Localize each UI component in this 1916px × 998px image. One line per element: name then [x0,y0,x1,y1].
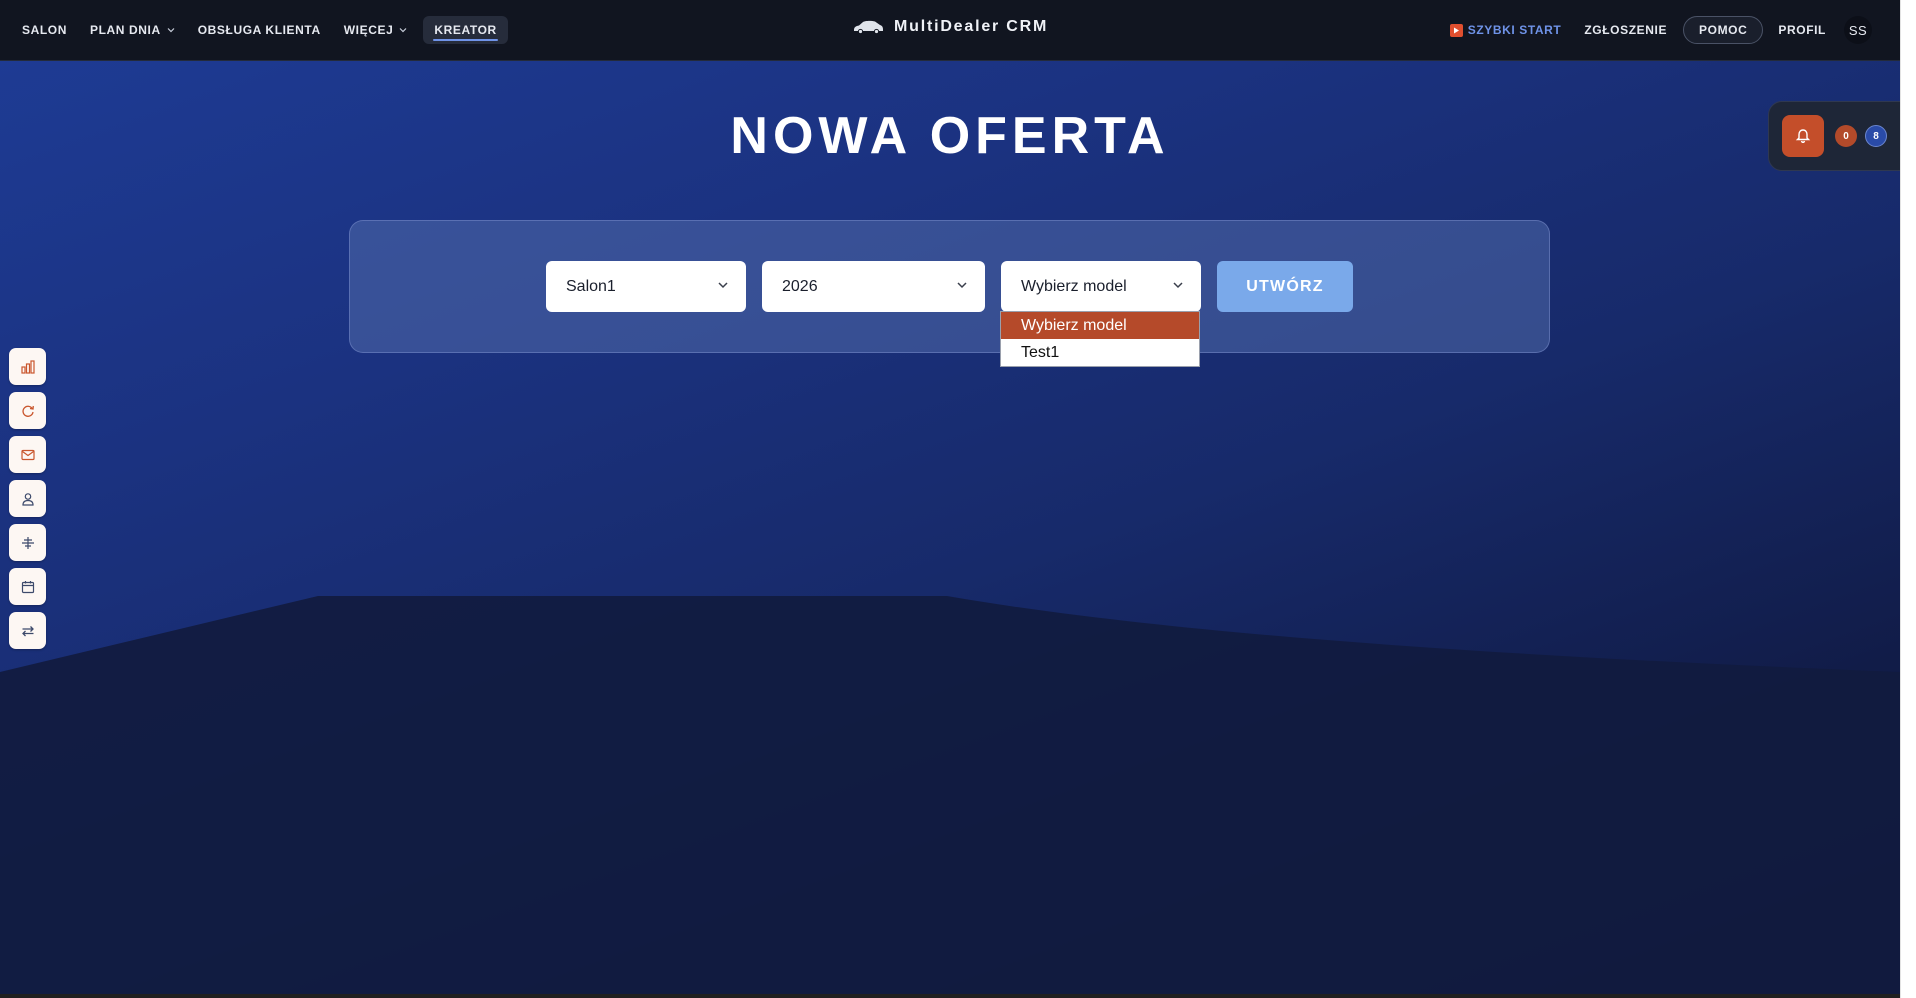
offer-form-panel: Salon1 2026 Wybierz model UTWÓRZ [349,220,1550,353]
salon-select-value: Salon1 [566,277,616,295]
nav-kreator-label: KREATOR [434,23,497,37]
model-select[interactable]: Wybierz model [1001,261,1201,312]
calendar-button[interactable] [9,568,46,605]
model-dropdown-list: Wybierz model Test1 [1000,311,1200,367]
window-scrollbar[interactable] [1900,0,1916,998]
main-menu: SALON PLAN DNIA OBSŁUGA KLIENTA WIĘCEJ K… [11,16,509,44]
nav-obsluga-label: OBSŁUGA KLIENTA [197,23,321,37]
tools-button[interactable] [9,524,46,561]
help-label: POMOC [1699,23,1748,37]
stats-button[interactable] [9,348,46,385]
bottom-edge [0,994,1900,998]
calendar-icon [21,580,34,593]
chevron-down-icon [167,28,175,33]
chevron-down-icon [718,282,728,289]
brand-name: MultiDealer CRM [894,18,1049,35]
nav-salon[interactable]: SALON [11,16,78,44]
model-option[interactable]: Wybierz model [1001,312,1199,339]
nav-wiecej[interactable]: WIĘCEJ [333,16,419,44]
swap-icon [21,625,34,636]
quick-start-link[interactable]: SZYBKI START [1439,16,1573,44]
nav-plan-dnia[interactable]: PLAN DNIA [79,16,186,44]
play-icon [1449,23,1463,37]
refresh-button[interactable] [9,392,46,429]
create-button[interactable]: UTWÓRZ [1217,261,1353,312]
report-label: ZGŁOSZENIE [1584,23,1668,37]
avatar-initials: SS [1848,22,1868,38]
swap-button[interactable] [9,612,46,649]
chevron-down-icon [957,282,967,289]
avatar[interactable]: SS [1844,16,1872,44]
page-title: NOWA OFERTA [730,107,1170,165]
chevron-down-icon [399,28,407,33]
chart-icon [20,359,35,374]
mail-icon [20,449,35,460]
year-select[interactable]: 2026 [762,261,985,312]
user-button[interactable] [9,480,46,517]
tools-icon [21,536,34,549]
nav-plan-dnia-label: PLAN DNIA [90,23,161,37]
car-icon [854,20,883,35]
nav-salon-label: SALON [22,23,67,37]
app-background: SALON PLAN DNIA OBSŁUGA KLIENTA WIĘCEJ K… [0,0,1900,994]
quick-start-label: SZYBKI START [1467,23,1562,37]
report-link[interactable]: ZGŁOSZENIE [1573,16,1678,44]
nav-obsluga-klienta[interactable]: OBSŁUGA KLIENTA [187,16,332,44]
salon-select[interactable]: Salon1 [546,261,746,312]
side-toolbar [9,348,46,656]
model-option[interactable]: Test1 [1001,339,1199,366]
year-select-value: 2026 [782,277,818,295]
user-icon [21,492,34,506]
user-menu: SZYBKI START ZGŁOSZENIE POMOC PROFIL SS [1439,16,1872,44]
brand-logo[interactable]: MultiDealer CRM [852,18,1048,36]
profile-link[interactable]: PROFIL [1767,16,1837,44]
chevron-down-icon [1173,282,1183,289]
refresh-icon [21,405,34,417]
mail-button[interactable] [9,436,46,473]
nav-kreator[interactable]: KREATOR [423,16,508,44]
top-navigation: SALON PLAN DNIA OBSŁUGA KLIENTA WIĘCEJ K… [0,0,1900,61]
profile-label: PROFIL [1778,23,1826,37]
nav-wiecej-label: WIĘCEJ [343,23,394,37]
model-select-value: Wybierz model [1021,277,1127,295]
help-button[interactable]: POMOC [1683,16,1764,44]
